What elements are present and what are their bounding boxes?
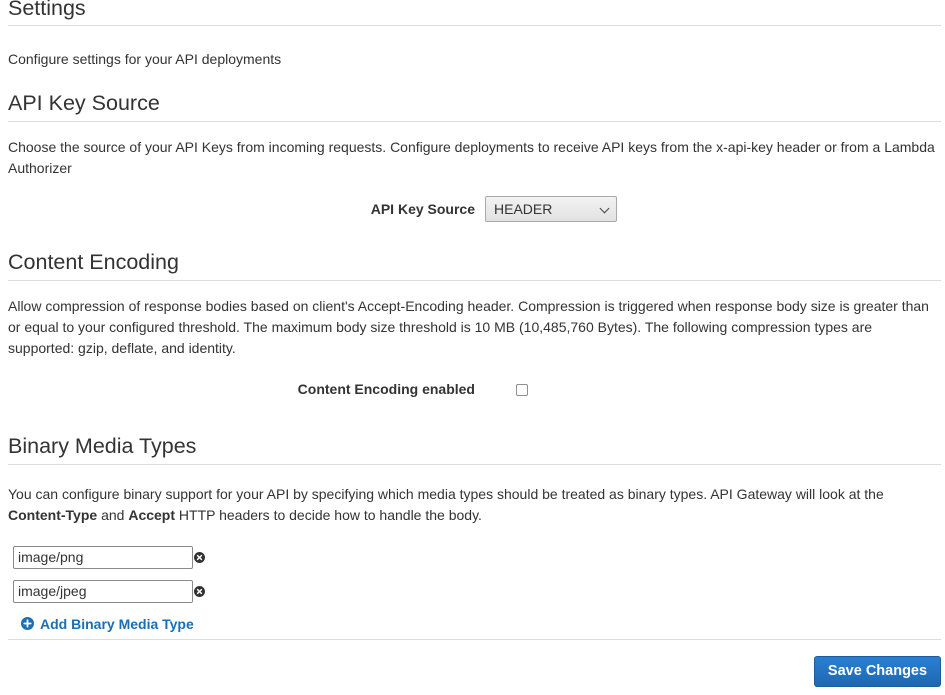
remove-circle-icon[interactable] xyxy=(194,552,205,563)
binary-media-type-input[interactable] xyxy=(13,580,193,603)
api-key-source-select[interactable]: HEADER xyxy=(485,196,617,222)
add-binary-media-type-row: Add Binary Media Type xyxy=(8,611,941,640)
binary-desc-content-type: Content-Type xyxy=(8,507,98,523)
binary-media-type-list xyxy=(8,546,941,605)
content-encoding-row: Content Encoding enabled xyxy=(8,376,941,402)
remove-circle-icon[interactable] xyxy=(194,586,205,597)
content-encoding-checkbox[interactable] xyxy=(516,384,528,396)
binary-desc-text-1: You can configure binary support for you… xyxy=(8,486,884,502)
settings-description: Configure settings for your API deployme… xyxy=(8,51,282,67)
api-key-source-selected-value: HEADER xyxy=(494,201,553,217)
save-changes-button[interactable]: Save Changes xyxy=(814,656,941,687)
add-binary-media-type-link[interactable]: Add Binary Media Type xyxy=(21,615,194,633)
content-encoding-title: Content Encoding xyxy=(8,244,941,281)
binary-desc-text-3: HTTP headers to decide how to handle the… xyxy=(175,507,482,523)
api-key-source-label: API Key Source xyxy=(370,201,475,217)
chevron-down-icon xyxy=(599,203,610,214)
binary-desc-accept: Accept xyxy=(128,507,176,523)
plus-circle-icon xyxy=(21,617,34,630)
settings-page: Settings Configure settings for your API… xyxy=(8,0,941,687)
api-key-source-row: API Key Source HEADER xyxy=(8,196,941,222)
binary-desc-text-2: and xyxy=(97,507,129,523)
add-binary-media-type-label: Add Binary Media Type xyxy=(40,616,194,632)
binary-media-types-title: Binary Media Types xyxy=(8,428,941,465)
content-encoding-label: Content Encoding enabled xyxy=(297,381,475,397)
binary-media-type-row xyxy=(8,546,941,571)
binary-media-type-row xyxy=(8,580,941,605)
api-key-source-title: API Key Source xyxy=(8,85,941,122)
content-encoding-description: Allow compression of response bodies bas… xyxy=(8,298,929,356)
binary-media-types-description: You can configure binary support for you… xyxy=(8,484,941,526)
binary-media-type-input[interactable] xyxy=(13,546,193,569)
settings-title: Settings xyxy=(8,0,941,26)
api-key-source-description: Choose the source of your API Keys from … xyxy=(8,139,935,176)
